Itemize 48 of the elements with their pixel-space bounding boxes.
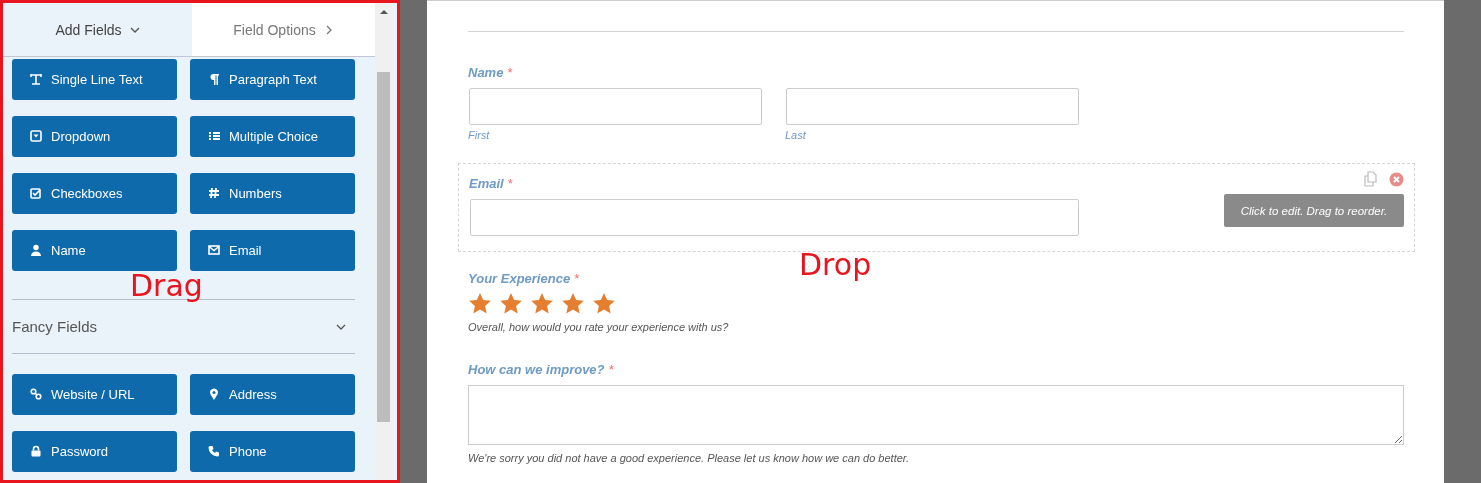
field-button[interactable]: Paragraph Text [190,59,355,100]
field-label: Your Experience * [468,271,579,286]
field-button[interactable]: Phone [190,431,355,472]
field-label: Name * [468,65,513,80]
field-button[interactable]: Name [12,230,177,271]
field-button[interactable]: Single Line Text [12,59,177,100]
star-icon[interactable] [530,292,554,315]
checkbox-icon [30,187,42,200]
scrollbar[interactable] [375,3,392,480]
lock-icon [30,445,42,458]
field-label: How can we improve? * [468,362,614,377]
star-icon[interactable] [592,292,616,315]
tab[interactable]: Field Options [192,3,375,56]
input-field[interactable] [469,88,762,125]
star-icon[interactable] [468,292,492,315]
star-icon[interactable] [561,292,585,315]
sublabel: First [468,129,491,141]
field-button[interactable]: Website / URL [12,374,177,415]
text-cursor-icon [30,73,42,86]
map-pin-icon [208,388,220,401]
text-area[interactable] [468,385,1404,445]
field-button[interactable]: Address [190,374,355,415]
sublabel: Last [785,129,807,141]
help-text: We're sorry you did not have a good experience. Please let us know how we can do better. [468,452,911,464]
field-button[interactable]: Checkboxes [12,173,177,214]
phone-icon [208,445,220,458]
star-icon[interactable] [499,292,523,315]
dropdown-icon [30,130,42,143]
envelope-icon [208,244,220,257]
tooltip: Click to edit. Drag to reorder. [1224,194,1404,227]
field-label: Email * [469,176,513,191]
list-icon [208,130,220,143]
link-icon [30,388,42,401]
field-button[interactable]: Multiple Choice [190,116,355,157]
copy-icon[interactable] [1363,171,1379,187]
field-button[interactable]: Email [190,230,355,271]
field-button[interactable]: Dropdown [12,116,177,157]
field-button[interactable]: Password [12,431,177,472]
hash-icon [208,187,220,200]
annotation-text: Drag [130,271,203,301]
paragraph-icon [208,73,220,86]
close-icon[interactable] [1389,171,1404,187]
person-icon [30,244,42,257]
input-field[interactable] [786,88,1079,125]
field-button[interactable]: Numbers [190,173,355,214]
input-field[interactable] [470,199,1079,236]
help-text: Overall, how would you rate your experience with us? [468,321,730,333]
annotation-text: Drop [799,250,872,280]
